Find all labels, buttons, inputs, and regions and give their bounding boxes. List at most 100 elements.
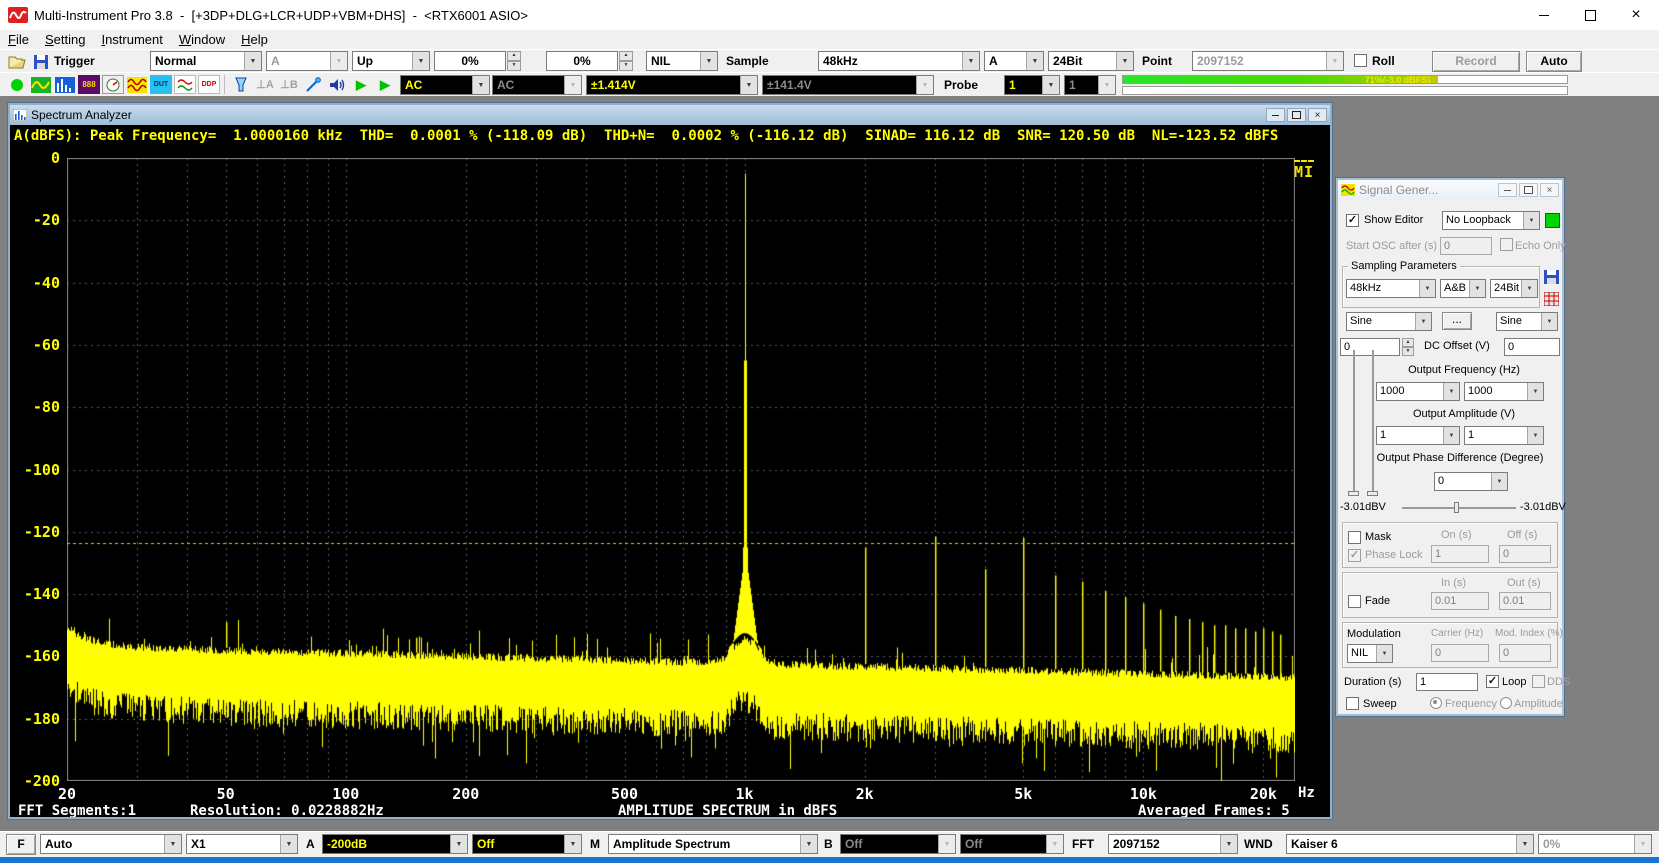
chevron-down-icon[interactable]: ▼ [1376, 645, 1392, 662]
waveform-a-select[interactable]: Sine▼ [1346, 312, 1432, 331]
duration-input[interactable]: 1 [1416, 673, 1478, 691]
save-icon[interactable] [30, 52, 52, 71]
chevron-down-icon[interactable]: ▼ [1521, 280, 1537, 297]
output-b-slider-handle[interactable] [1367, 491, 1378, 496]
close-icon[interactable]: × [1308, 108, 1327, 122]
amplitude-b-select[interactable]: 1▼ [1464, 426, 1544, 445]
auto-button[interactable]: Auto [1526, 51, 1582, 72]
chevron-down-icon[interactable]: ▼ [564, 835, 581, 853]
chevron-down-icon[interactable]: ▼ [1415, 313, 1431, 330]
sound-device-icon[interactable] [326, 75, 348, 94]
chevron-down-icon[interactable]: ▼ [1541, 313, 1557, 330]
minimize-icon[interactable] [1266, 108, 1285, 122]
filter-icon[interactable] [230, 75, 252, 94]
output-a-level-slider[interactable] [1353, 350, 1355, 496]
coupling-a-select[interactable]: AC▼ [400, 75, 490, 95]
frequency-a-select[interactable]: 1000▼ [1376, 382, 1460, 401]
probe-a-select[interactable]: 1▼ [1004, 75, 1060, 95]
spectrum-analyzer-icon[interactable] [54, 75, 76, 94]
minimize-icon[interactable] [1498, 183, 1517, 197]
frequency-axis-select[interactable]: Auto▼ [40, 834, 182, 854]
chevron-down-icon[interactable]: ▼ [1116, 52, 1133, 70]
trigger-level-stepper[interactable]: 0%▲▼ [434, 51, 521, 71]
dc-offset-stepper[interactable]: ▲▼ [1402, 338, 1414, 356]
chevron-down-icon[interactable]: ▼ [1516, 835, 1533, 853]
chevron-down-icon[interactable]: ▼ [1042, 76, 1059, 94]
chevron-down-icon[interactable]: ▼ [700, 52, 717, 70]
chevron-down-icon[interactable]: ▼ [962, 52, 979, 70]
chevron-down-icon[interactable]: ▼ [1527, 383, 1543, 400]
chevron-down-icon[interactable]: ▼ [1443, 383, 1459, 400]
dc-offset-b-input[interactable]: 0 [1504, 338, 1560, 356]
output-a-slider-handle[interactable] [1348, 491, 1359, 496]
a-ref-select[interactable]: Off▼ [472, 834, 582, 854]
balance-slider-handle[interactable] [1454, 502, 1459, 513]
minimize-icon[interactable] [1521, 1, 1567, 30]
dc-offset-a-input[interactable]: 0 [1340, 338, 1400, 356]
amplitude-a-select[interactable]: 1▼ [1376, 426, 1460, 445]
modulation-type-select[interactable]: NIL▼ [1347, 644, 1393, 663]
sweep-checkbox[interactable] [1346, 697, 1359, 710]
trigger-delay-stepper[interactable]: 0%▲▼ [546, 51, 633, 71]
chevron-down-icon[interactable]: ▼ [1026, 52, 1043, 70]
siggen-sample-rate-select[interactable]: 48kHz▼ [1346, 279, 1436, 298]
waveform-b-select[interactable]: Sine▼ [1496, 312, 1558, 331]
show-editor-checkbox[interactable]: ✓ [1346, 214, 1359, 227]
siggen-channel-select[interactable]: A&B▼ [1440, 279, 1486, 298]
zoom-select[interactable]: X1▼ [186, 834, 298, 854]
chevron-down-icon[interactable]: ▼ [472, 76, 489, 94]
sample-channel-select[interactable]: A▼ [984, 51, 1044, 71]
range-a-select[interactable]: ±1.414V▼ [586, 75, 758, 95]
close-icon[interactable]: × [1613, 1, 1659, 30]
chevron-down-icon[interactable]: ▼ [740, 76, 757, 94]
chevron-down-icon[interactable]: ▼ [280, 835, 297, 853]
output-on-button[interactable] [1545, 213, 1560, 228]
menu-setting[interactable]: Setting [37, 32, 93, 47]
open-file-icon[interactable] [6, 52, 28, 71]
frequency-axis-button[interactable]: F [6, 834, 36, 855]
output-b-level-slider[interactable] [1372, 350, 1374, 496]
siggen-titlebar[interactable]: Signal Gener... × [1338, 180, 1562, 200]
chevron-down-icon[interactable]: ▼ [800, 835, 817, 853]
oscilloscope-icon[interactable] [30, 75, 52, 94]
menu-window[interactable]: Window [171, 32, 233, 47]
chevron-down-icon[interactable]: ▼ [1523, 212, 1539, 229]
loopback-select[interactable]: No Loopback▼ [1442, 211, 1540, 230]
balance-slider[interactable] [1402, 507, 1516, 509]
frequency-b-select[interactable]: 1000▼ [1464, 382, 1544, 401]
chevron-down-icon[interactable]: ▼ [1443, 427, 1459, 444]
siggen-bits-select[interactable]: 24Bit▼ [1490, 279, 1538, 298]
waveform-more-button[interactable]: ... [1442, 312, 1472, 330]
chevron-down-icon[interactable]: ▼ [1419, 280, 1435, 297]
device-test-plan-icon[interactable]: DUT [150, 75, 172, 94]
probe-calibration-icon[interactable] [302, 75, 324, 94]
dds-table-icon[interactable] [1544, 292, 1559, 311]
close-icon[interactable]: × [1540, 183, 1559, 197]
play-loop-icon[interactable]: ▶ [374, 75, 396, 94]
menu-instrument[interactable]: Instrument [93, 32, 170, 47]
loop-checkbox[interactable]: ✓ [1486, 675, 1499, 688]
display-mode-select[interactable]: Amplitude Spectrum▼ [608, 834, 818, 854]
maximize-icon[interactable] [1519, 183, 1538, 197]
sample-rate-select[interactable]: 48kHz▼ [818, 51, 980, 71]
window-function-select[interactable]: Kaiser 6▼ [1286, 834, 1534, 854]
a-range-select[interactable]: -200dB▼ [322, 834, 468, 854]
data-logger-icon[interactable] [102, 75, 124, 94]
spin-up-icon[interactable]: ▲ [507, 51, 521, 61]
play-icon[interactable]: ▶ [350, 75, 372, 94]
fade-checkbox[interactable] [1348, 595, 1361, 608]
chevron-down-icon[interactable]: ▼ [244, 52, 261, 70]
bit-depth-select[interactable]: 24Bit▼ [1048, 51, 1134, 71]
phase-select[interactable]: 0▼ [1434, 472, 1508, 491]
run-icon[interactable] [6, 75, 28, 94]
chevron-down-icon[interactable]: ▼ [1491, 473, 1507, 490]
menu-help[interactable]: Help [233, 32, 276, 47]
ddp-viewer-icon[interactable]: DDP [198, 75, 220, 94]
trigger-edge-select[interactable]: Up▼ [352, 51, 430, 71]
signal-generator-icon[interactable] [126, 75, 148, 94]
chevron-down-icon[interactable]: ▼ [1527, 427, 1543, 444]
spin-up-icon[interactable]: ▲ [1402, 338, 1414, 347]
multimeter-icon[interactable]: 888 [78, 75, 100, 94]
chevron-down-icon[interactable]: ▼ [450, 835, 467, 853]
derived-curve-icon[interactable] [174, 75, 196, 94]
